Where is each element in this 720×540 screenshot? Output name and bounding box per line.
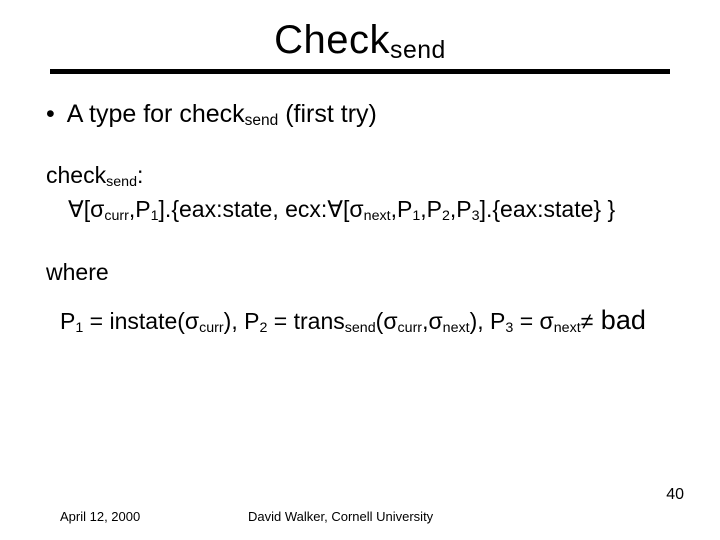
d-t: 2 (259, 320, 267, 336)
bad-word: bad (593, 305, 646, 335)
where-label: where (46, 257, 674, 288)
d-t: curr (199, 320, 224, 336)
sig-t: 2 (442, 208, 450, 224)
sig-t: ,P (450, 196, 472, 222)
footer-author: David Walker, Cornell University (248, 509, 433, 524)
sig-head: checksend: (46, 158, 674, 193)
d-t: 3 (505, 320, 513, 336)
d-t: ,σ (422, 308, 443, 334)
sig-t: ∀[σ (68, 196, 104, 222)
definitions: P1 = instate(σcurr), P2 = transsend(σcur… (46, 302, 674, 338)
neq-symbol: ≠ (581, 308, 594, 334)
footer-date: April 12, 2000 (60, 509, 140, 524)
d-t: 1 (75, 320, 83, 336)
bullet-item: • A type for checksend (first try) (46, 98, 674, 132)
sig-t: ,P (391, 196, 413, 222)
sig-t: ].{eax:state, ecx:∀[σ (159, 196, 364, 222)
title-area: Checksend (0, 0, 720, 63)
slide-title: Checksend (274, 18, 446, 63)
sig-body: ∀[σcurr,P1].{eax:state, ecx:∀[σnext,P1,P… (46, 192, 674, 227)
sig-t: 1 (151, 208, 159, 224)
sig-t: ,P (420, 196, 442, 222)
sig-head-pre: check (46, 162, 106, 188)
d-t: next (443, 320, 470, 336)
sig-t: 3 (472, 208, 480, 224)
d-t: ), P (224, 308, 260, 334)
d-t: = trans (267, 308, 344, 334)
title-main: Check (274, 18, 390, 62)
d-t: P (60, 308, 75, 334)
sig-head-post: : (137, 162, 143, 188)
slide-body: • A type for checksend (first try) check… (0, 74, 720, 338)
slide: Checksend • A type for checksend (first … (0, 0, 720, 540)
sig-t: ].{eax:state} } (480, 196, 616, 222)
d-t: (σ (376, 308, 398, 334)
sig-t: next (364, 208, 391, 224)
footer-page-number: 40 (666, 486, 684, 504)
title-sub: send (390, 37, 446, 64)
d-t: = instate(σ (83, 308, 199, 334)
bullet-text: A type for checksend (first try) (67, 98, 377, 132)
sig-t: 1 (412, 208, 420, 224)
bullet-dot-icon: • (46, 98, 55, 127)
d-t: ), P (470, 308, 506, 334)
d-t: = σ (513, 308, 553, 334)
d-t: curr (398, 320, 423, 336)
sig-t: curr (104, 208, 129, 224)
bullet-post: (first try) (278, 100, 377, 128)
d-t: next (554, 320, 581, 336)
d-t: send (345, 320, 376, 336)
bullet-pre: A type for check (67, 100, 245, 128)
sig-t: ,P (129, 196, 151, 222)
sig-head-sub: send (106, 174, 137, 190)
type-signature: checksend: ∀[σcurr,P1].{eax:state, ecx:∀… (46, 158, 674, 227)
bullet-sub: send (245, 112, 279, 129)
